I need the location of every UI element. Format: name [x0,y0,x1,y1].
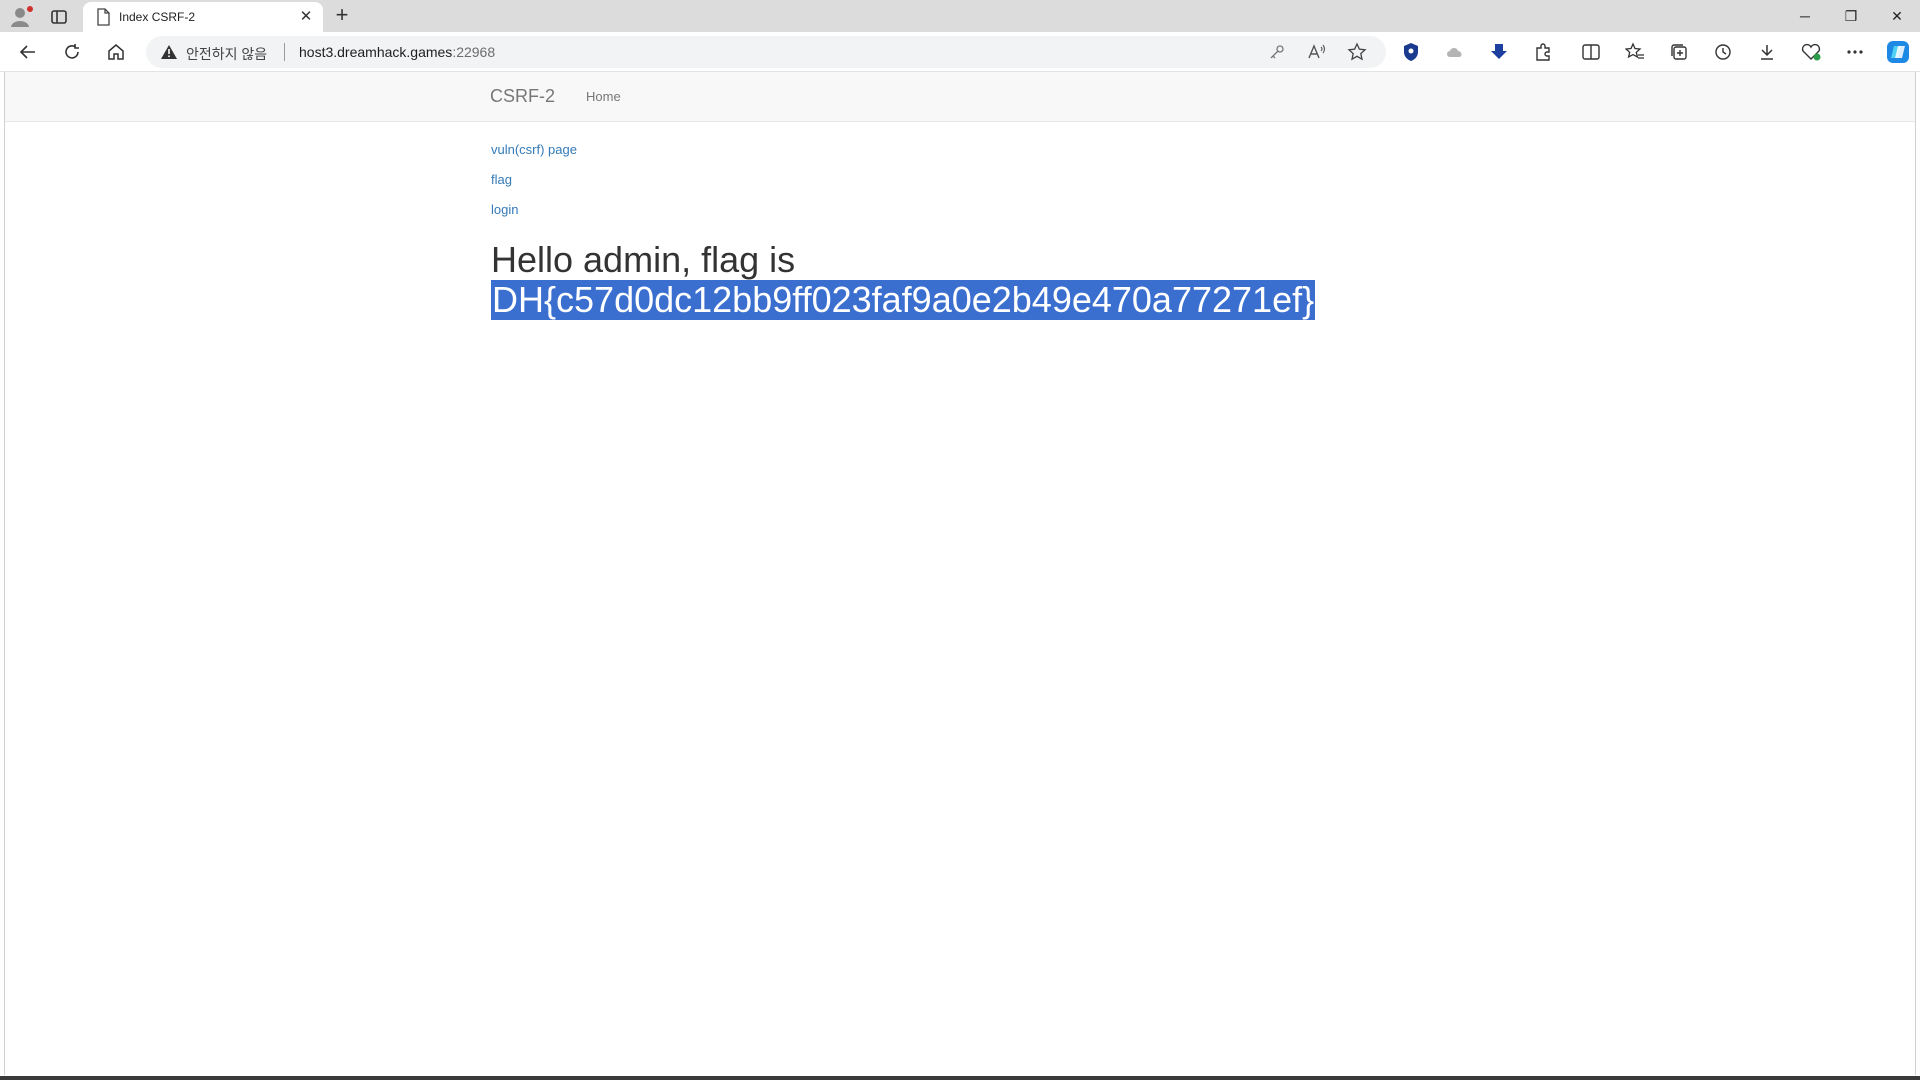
address-separator [284,43,285,61]
copilot-icon[interactable] [1884,39,1912,65]
tab-strip: Index CSRF-2 ✕ + ─ ❐ ✕ [0,0,1920,32]
collections-icon[interactable] [1665,39,1693,65]
security-status-text[interactable]: 안전하지 않음 [186,44,267,64]
key-icon[interactable] [1266,42,1288,62]
warning-icon[interactable] [160,44,178,60]
tab-title: Index CSRF-2 [119,10,196,24]
shield-extension-icon[interactable] [1397,39,1425,65]
download-arrow-extension-icon[interactable] [1485,39,1513,65]
extensions-icon[interactable] [1529,39,1557,65]
favorites-icon[interactable] [1621,39,1649,65]
performance-icon[interactable] [1797,39,1825,65]
read-aloud-icon[interactable] [1306,42,1328,62]
flag-link[interactable]: flag [491,172,512,187]
more-menu-icon[interactable] [1841,39,1869,65]
refresh-icon[interactable] [58,39,86,65]
url-port: :22968 [452,44,496,60]
flag-value-selected[interactable]: DH{c57d0dc12bb9ff023faf9a0e2b49e470a7727… [491,280,1316,320]
close-window-button[interactable]: ✕ [1874,0,1920,32]
minimize-button[interactable]: ─ [1782,0,1828,32]
back-icon[interactable] [14,39,42,65]
page-viewport: CSRF-2 Home vuln(csrf) page flag login H… [4,72,1916,1075]
window-bottom-border [0,1076,1920,1080]
browser-toolbar: 안전하지 않음 host3.dreamhack.games:22968 [0,32,1920,93]
split-screen-icon[interactable] [1577,39,1605,65]
active-tab[interactable]: Index CSRF-2 ✕ [83,2,323,32]
nav-home-link[interactable]: Home [586,89,621,104]
cloud-extension-icon[interactable] [1441,39,1469,65]
page-document-icon [95,8,111,26]
url-text[interactable]: host3.dreamhack.games:22968 [299,44,495,60]
site-navbar: CSRF-2 Home [5,72,1915,122]
tab-close-icon[interactable]: ✕ [297,8,315,26]
history-icon[interactable] [1709,39,1737,65]
downloads-icon[interactable] [1753,39,1781,65]
tab-actions-icon[interactable] [48,6,70,28]
restore-button[interactable]: ❐ [1828,0,1874,32]
favorite-star-icon[interactable] [1346,42,1368,62]
address-bar[interactable]: 안전하지 않음 host3.dreamhack.games:22968 [146,36,1386,68]
vuln-csrf-page-link[interactable]: vuln(csrf) page [491,142,577,157]
home-icon[interactable] [102,39,130,65]
profile-avatar-icon[interactable] [10,5,34,29]
new-tab-button[interactable]: + [330,4,354,28]
url-host: host3.dreamhack.games [299,44,453,60]
greeting-heading: Hello admin, flag is [491,239,796,280]
login-link[interactable]: login [491,202,518,217]
site-brand-link[interactable]: CSRF-2 [490,86,555,107]
